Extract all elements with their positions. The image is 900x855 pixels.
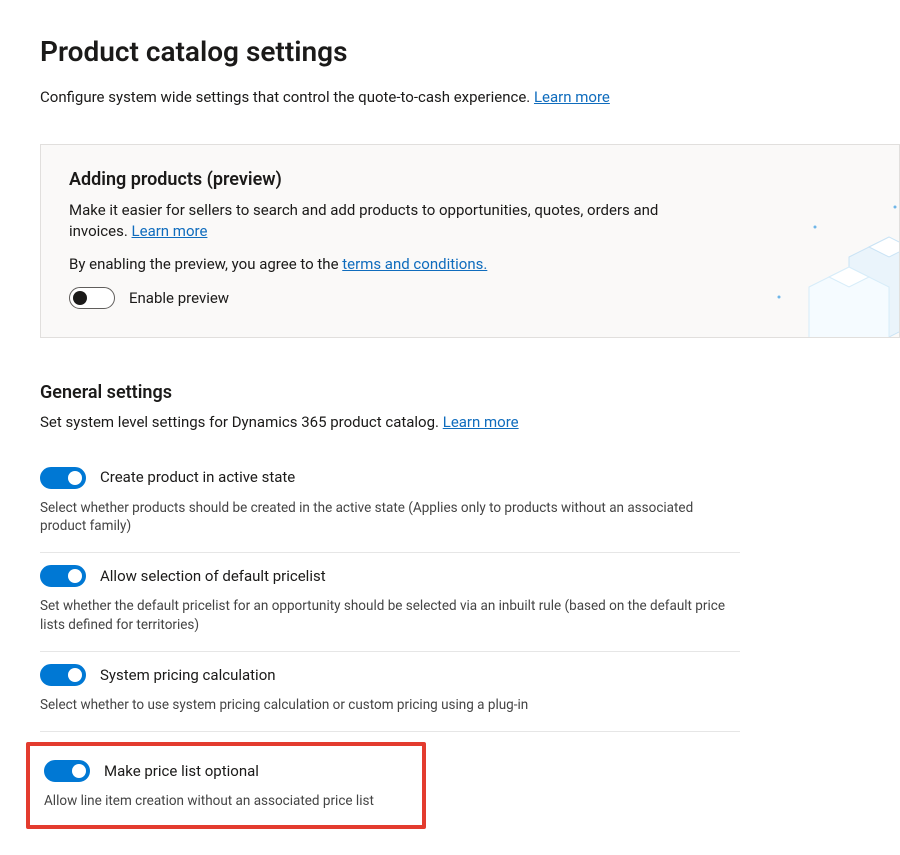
page-subtitle: Configure system wide settings that cont… <box>40 87 900 108</box>
adding-products-preview-card: Adding products (preview) Make it easier… <box>40 144 900 338</box>
general-settings-section: General settings Set system level settin… <box>40 380 900 829</box>
setting-label: Make price list optional <box>104 761 259 782</box>
system-pricing-toggle[interactable] <box>40 664 86 686</box>
setting-desc: Select whether to use system pricing cal… <box>40 696 740 715</box>
preview-terms-line: By enabling the preview, you agree to th… <box>69 254 689 275</box>
create-product-active-toggle[interactable] <box>40 467 86 489</box>
enable-preview-toggle-label: Enable preview <box>129 288 229 309</box>
setting-toggle-row: Create product in active state <box>40 467 740 489</box>
setting-label: Allow selection of default pricelist <box>100 566 326 587</box>
setting-label: System pricing calculation <box>100 665 276 686</box>
setting-default-pricelist: Allow selection of default pricelist Set… <box>40 553 740 652</box>
general-settings-subtitle-text: Set system level settings for Dynamics 3… <box>40 413 439 431</box>
enable-preview-toggle-row: Enable preview <box>69 287 871 309</box>
learn-more-header-link[interactable]: Learn more <box>534 88 610 106</box>
highlighted-setting-pricelist-optional: Make price list optional Allow line item… <box>26 742 426 829</box>
setting-desc: Select whether products should be create… <box>40 499 740 537</box>
preview-illustration <box>719 187 900 338</box>
terms-and-conditions-link[interactable]: terms and conditions. <box>342 255 487 273</box>
setting-create-product-active: Create product in active state Select wh… <box>40 455 740 554</box>
setting-toggle-row: Make price list optional <box>44 760 408 782</box>
toggle-knob <box>68 668 82 682</box>
toggle-knob <box>72 764 86 778</box>
toggle-knob <box>73 291 87 305</box>
page-title: Product catalog settings <box>40 32 900 71</box>
preview-learn-more-link[interactable]: Learn more <box>132 222 208 240</box>
product-catalog-settings-page: Product catalog settings Configure syste… <box>0 0 900 855</box>
setting-desc: Set whether the default pricelist for an… <box>40 597 740 635</box>
toggle-knob <box>68 569 82 583</box>
preview-terms-prefix: By enabling the preview, you agree to th… <box>69 255 342 273</box>
setting-desc: Allow line item creation without an asso… <box>44 792 408 811</box>
setting-system-pricing: System pricing calculation Select whethe… <box>40 652 740 732</box>
pricelist-optional-toggle[interactable] <box>44 760 90 782</box>
general-learn-more-link[interactable]: Learn more <box>443 413 519 431</box>
toggle-knob <box>68 471 82 485</box>
default-pricelist-toggle[interactable] <box>40 565 86 587</box>
preview-card-desc: Make it easier for sellers to search and… <box>69 200 689 242</box>
setting-label: Create product in active state <box>100 467 295 488</box>
preview-card-title: Adding products (preview) <box>69 167 871 192</box>
general-settings-title: General settings <box>40 380 860 405</box>
setting-toggle-row: Allow selection of default pricelist <box>40 565 740 587</box>
page-subtitle-text: Configure system wide settings that cont… <box>40 88 530 106</box>
general-settings-subtitle: Set system level settings for Dynamics 3… <box>40 412 860 433</box>
enable-preview-toggle[interactable] <box>69 287 115 309</box>
setting-toggle-row: System pricing calculation <box>40 664 740 686</box>
